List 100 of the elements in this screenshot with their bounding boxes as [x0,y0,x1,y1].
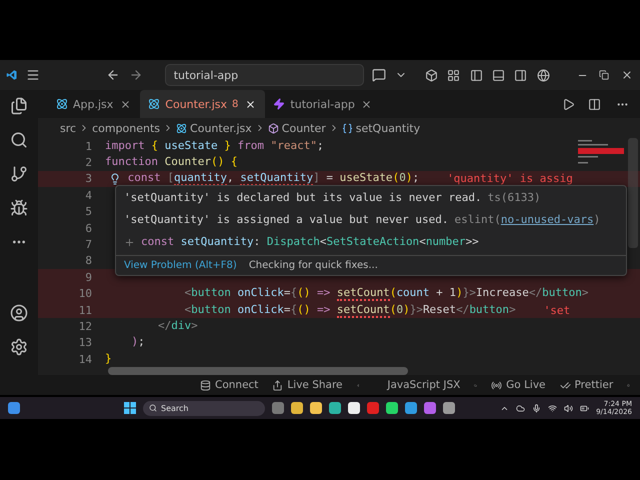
variable-icon [342,122,353,134]
scrollbar-thumb[interactable] [628,138,638,248]
lightning-icon [273,98,286,110]
code-token: Reset [422,302,456,318]
code-token: SetStateAction [326,235,420,250]
code-token: setQuantity [180,235,254,250]
settings-icon[interactable] [9,337,29,357]
code-token: onClick [236,286,284,302]
code-token: useState [340,171,393,186]
double-check-icon [560,380,571,390]
code-token: ) [456,286,463,302]
tab-label: tutorial-app [290,98,355,110]
source-control-icon[interactable] [9,164,29,184]
code-token: button [469,302,510,318]
code-token: [ [167,171,174,186]
line-number: 5 [84,205,93,218]
code-token: = [284,302,290,318]
files-icon[interactable] [9,96,29,116]
code-token: </ [528,286,542,302]
code-token: Increase [476,286,529,302]
code-token: from [237,138,265,154]
breadcrumb[interactable]: Counter [282,122,326,134]
breadcrumb[interactable]: Counter.jsx [190,122,252,134]
code-token: ; [316,138,324,154]
code-token: Counter [164,155,211,170]
view-problem-link[interactable]: View Problem (Alt+F8) [124,260,237,271]
code-token: } [105,352,112,367]
code-token: < [320,235,326,250]
code-token: div [171,318,192,334]
code-token: ; [138,335,145,350]
rule-link[interactable]: no-unused-vars [500,213,594,226]
cube-icon [268,122,279,134]
editor-tab[interactable]: App.jsx [48,90,140,118]
code-token: number [426,235,466,250]
account-icon[interactable] [9,303,29,323]
battery-icon[interactable] [580,404,590,412]
code-token: onClick [236,302,284,318]
code-token: () [297,286,312,302]
command-center-search[interactable]: tutorial-app [164,64,364,86]
problem-source: ts(6133) [488,191,541,204]
expand-icon[interactable] [124,237,135,248]
code-token: const [126,171,162,186]
atom-icon [56,98,68,110]
wifi-icon[interactable] [548,404,558,412]
editor-tab[interactable]: tutorial-app [265,90,382,118]
tab-label: App.jsx [73,98,114,110]
code-token: = [325,171,334,186]
code-token: > [416,302,423,318]
problem-message: 'setQuantity' is assigned a value but never used. [124,213,449,226]
status-item[interactable]: JavaScript JSX [387,379,460,391]
code-token: > [191,318,198,334]
share-icon [272,380,284,390]
code-token: count [396,286,430,302]
scrollbar-thumb[interactable] [108,367,408,375]
search-icon[interactable] [9,130,29,150]
lightbulb-icon[interactable] [109,172,121,185]
editor-tab[interactable]: Counter.jsx 8 [140,90,266,118]
code-token: const [141,235,176,250]
cloud-icon[interactable] [516,404,526,412]
line-number: 8 [84,254,93,268]
code-token: { [151,138,159,154]
status-item[interactable]: Go Live [491,379,546,391]
code-token: () [297,302,312,318]
debug-icon[interactable] [9,198,29,218]
code-token: 0 [396,302,404,318]
volume-icon[interactable] [564,404,574,412]
code-token: Dispatch [266,235,320,250]
taskbar-search[interactable]: Search [143,400,265,416]
code-token: ) [406,171,412,186]
code-token: < [419,235,426,250]
breadcrumb[interactable]: setQuantity [356,122,420,134]
code-token: "react" [270,138,317,154]
tab-label: Counter.jsx [165,98,228,110]
code-token: 0 [399,171,406,186]
microphone-icon[interactable] [532,404,542,412]
code-token: < [183,286,192,302]
inline-error-message: 'set [544,304,570,317]
breadcrumb[interactable]: components [92,122,160,134]
code-token: => [316,286,332,302]
code-token: = [284,286,290,302]
code-token: + 1 [435,286,456,302]
start-icon[interactable] [124,402,136,414]
code-token: useState [164,138,218,154]
code-token: } [223,138,232,154]
code-token: ( [390,286,396,302]
code-token: { [290,286,298,302]
status-item[interactable]: Connect [200,379,258,391]
code-token: ] [313,171,320,186]
code-token: function [105,155,159,170]
code-token: ) [403,302,410,318]
code-token: button [191,302,231,318]
error-token: setCount [336,302,390,318]
line-number: 4 [84,188,93,202]
code-token: </ [456,302,470,318]
code-token: button [542,286,582,302]
status-item[interactable]: Live Share [272,379,343,391]
breadcrumb[interactable]: src [60,122,76,134]
line-number: 14 [78,352,93,366]
status-item[interactable]: Prettier [560,379,614,391]
code-token: button [191,286,231,302]
